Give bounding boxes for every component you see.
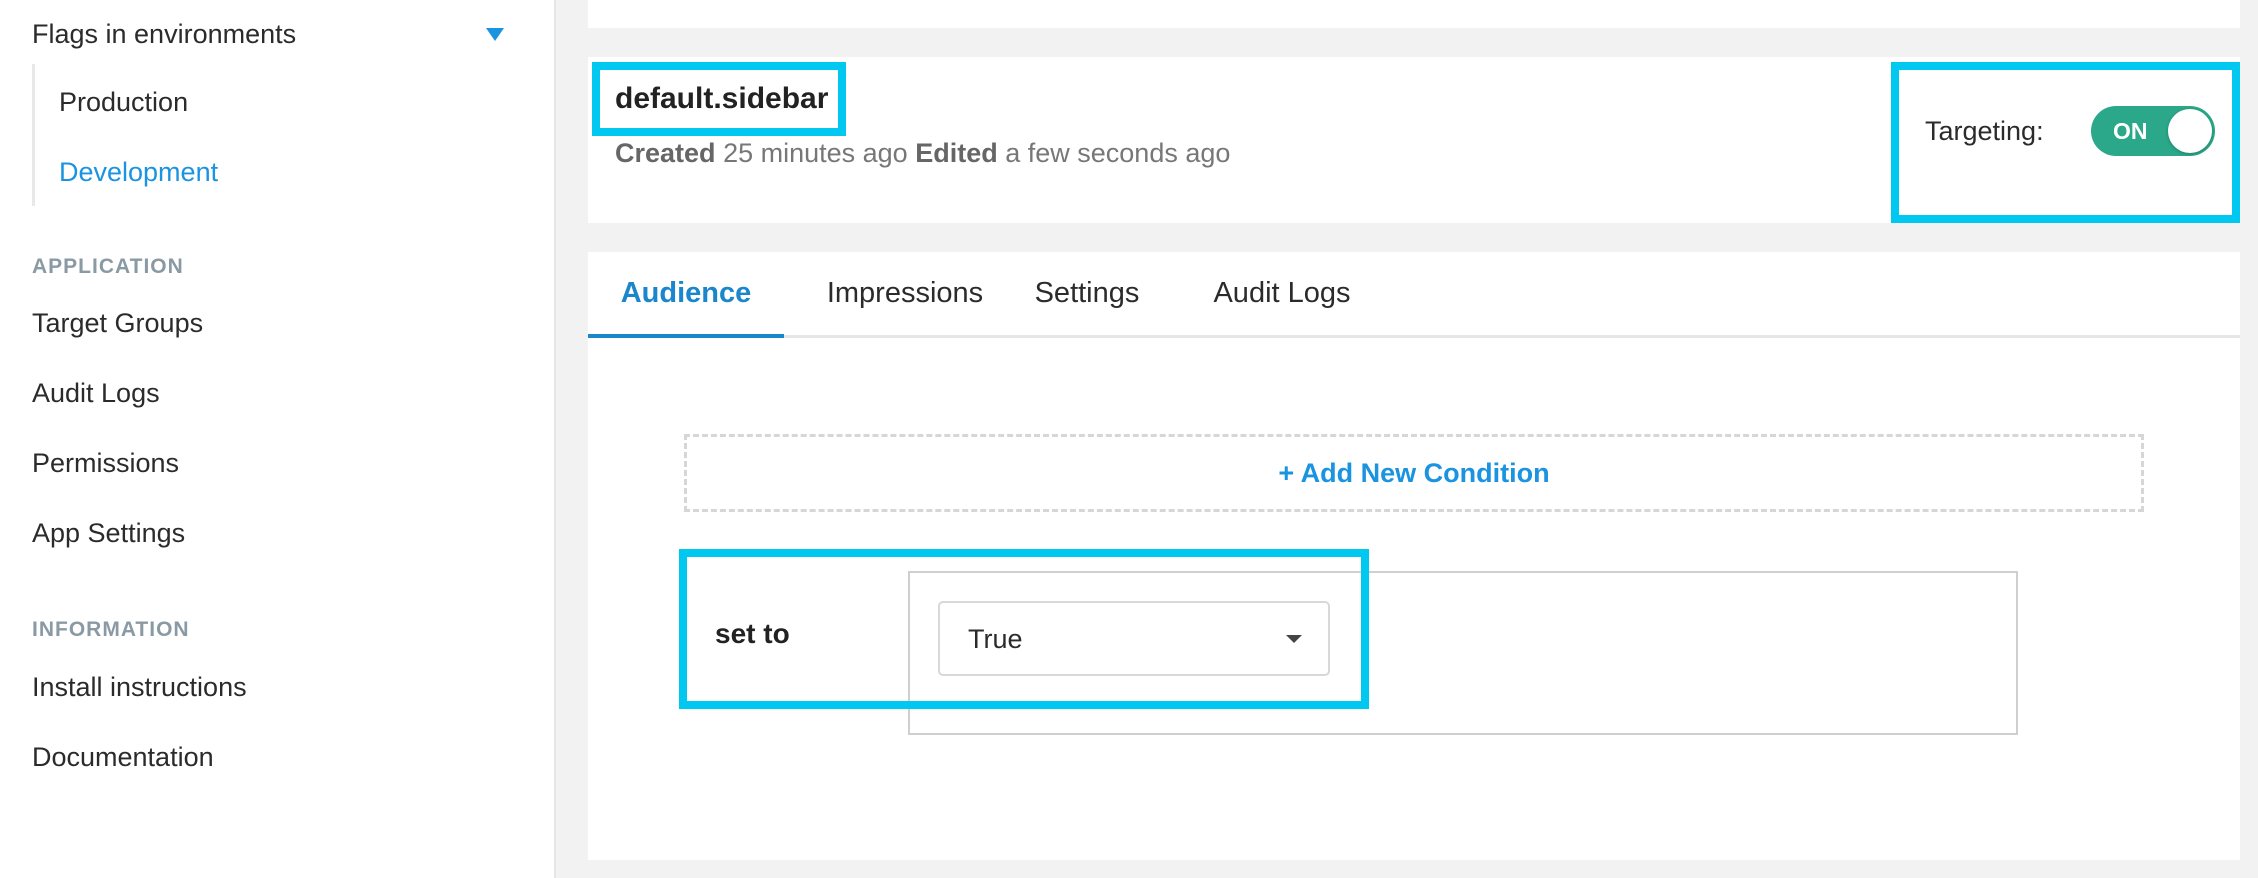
tab-bar: Audience Impressions Settings Audit Logs xyxy=(588,252,2240,338)
sidebar-item-documentation[interactable]: Documentation xyxy=(32,742,214,773)
caret-down-icon xyxy=(1286,635,1302,643)
flag-meta: Created 25 minutes ago Edited a few seco… xyxy=(615,138,1230,169)
information-section-label: INFORMATION xyxy=(32,618,190,641)
toggle-state-text: ON xyxy=(2113,118,2148,144)
sidebar-item-permissions[interactable]: Permissions xyxy=(32,448,179,479)
targeting-label: Targeting: xyxy=(1925,116,2044,146)
flag-name-highlight: default.sidebar xyxy=(592,62,846,136)
sidebar-item-audit-logs[interactable]: Audit Logs xyxy=(32,378,160,409)
targeting-toggle[interactable]: ON xyxy=(2091,106,2215,156)
set-to-label: set to xyxy=(715,618,790,649)
sidebar-item-target-groups[interactable]: Target Groups xyxy=(32,308,203,339)
tab-settings[interactable]: Settings xyxy=(1012,252,1162,338)
env-header-label: Flags in environments xyxy=(32,18,297,49)
previous-card xyxy=(588,0,2240,28)
tab-audit-logs[interactable]: Audit Logs xyxy=(1208,252,1356,338)
add-new-condition-button[interactable]: + Add New Condition xyxy=(684,434,2144,512)
created-label: Created xyxy=(615,138,716,168)
edited-label: Edited xyxy=(915,138,998,168)
environment-list: Production Development xyxy=(32,64,218,206)
sidebar-item-production[interactable]: Production xyxy=(59,64,218,134)
set-to-value: True xyxy=(968,624,1023,654)
set-to-select[interactable]: True xyxy=(938,601,1330,676)
toggle-knob xyxy=(2168,109,2212,153)
flags-in-environments-toggle[interactable]: Flags in environments xyxy=(32,14,512,54)
sidebar-item-app-settings[interactable]: App Settings xyxy=(32,518,185,549)
tab-audience[interactable]: Audience xyxy=(588,252,784,338)
chevron-down-icon xyxy=(486,27,504,41)
edited-value: a few seconds ago xyxy=(1005,138,1231,168)
sidebar-item-development[interactable]: Development xyxy=(59,134,218,204)
flag-name: default.sidebar xyxy=(615,82,829,115)
sidebar-item-install-instructions[interactable]: Install instructions xyxy=(32,672,247,703)
tab-impressions[interactable]: Impressions xyxy=(798,252,1012,338)
sidebar: Flags in environments Production Develop… xyxy=(0,0,556,878)
created-value: 25 minutes ago xyxy=(723,138,908,168)
application-section-label: APPLICATION xyxy=(32,255,184,278)
